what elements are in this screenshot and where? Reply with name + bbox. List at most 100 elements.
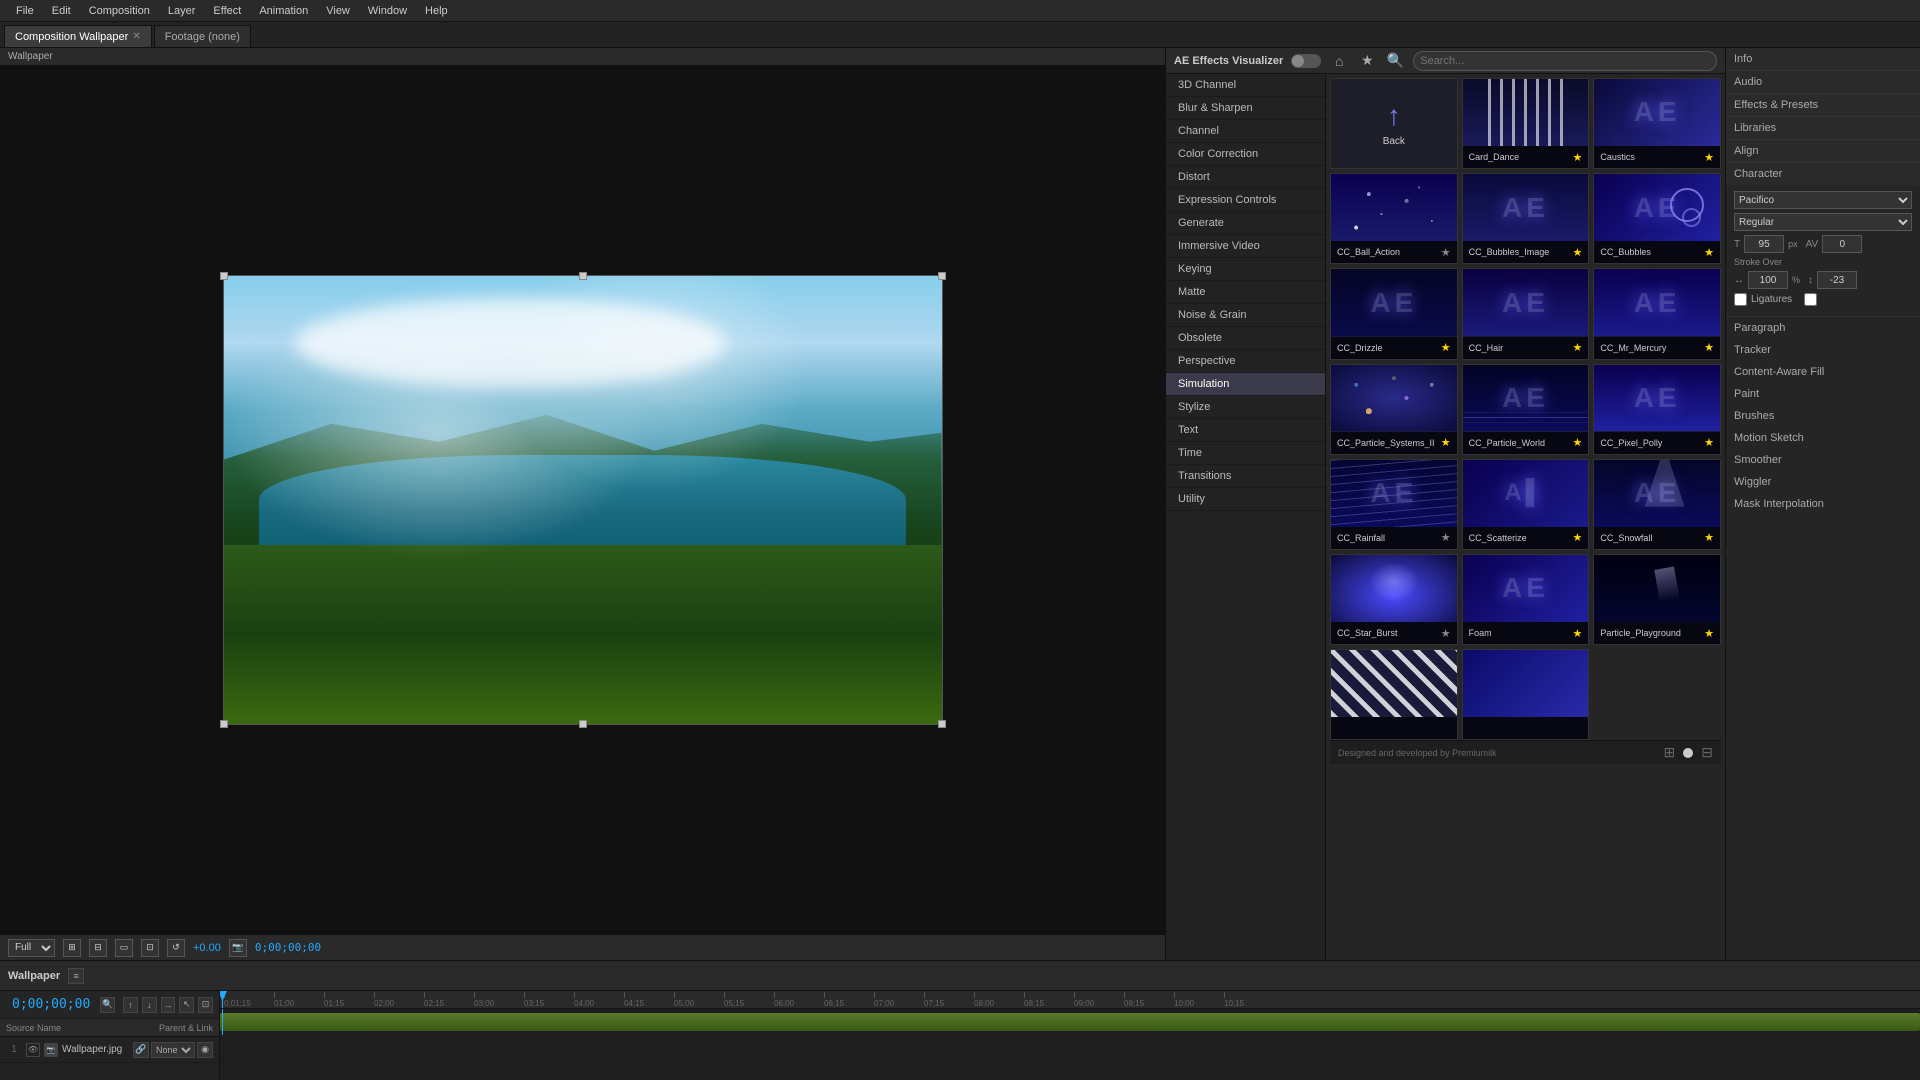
effect-bottom-1[interactable] bbox=[1330, 649, 1458, 740]
toggle-button[interactable] bbox=[1291, 54, 1321, 68]
star-card-dance[interactable]: ★ bbox=[1572, 151, 1582, 164]
star-ball-action[interactable]: ★ bbox=[1441, 246, 1451, 259]
menu-view[interactable]: View bbox=[318, 3, 358, 19]
section-brushes[interactable]: Brushes bbox=[1726, 405, 1920, 427]
cat-channel[interactable]: Channel bbox=[1166, 120, 1325, 143]
menu-animation[interactable]: Animation bbox=[251, 3, 316, 19]
section-character-header[interactable]: Character bbox=[1726, 163, 1920, 185]
star-particle-playground[interactable]: ★ bbox=[1704, 627, 1714, 640]
section-content-aware-fill[interactable]: Content-Aware Fill bbox=[1726, 361, 1920, 383]
effect-ball-action[interactable]: CC_Ball_Action ★ bbox=[1330, 173, 1458, 264]
star-scatterize[interactable]: ★ bbox=[1572, 531, 1582, 544]
star-bubbles[interactable]: ★ bbox=[1704, 246, 1714, 259]
camera-btn[interactable]: ⊡ bbox=[141, 939, 159, 957]
section-audio-header[interactable]: Audio bbox=[1726, 71, 1920, 93]
star-mr-mercury[interactable]: ★ bbox=[1704, 341, 1714, 354]
effect-bubbles[interactable]: AE CC_Bubbles ★ bbox=[1593, 173, 1721, 264]
tl-btn-1[interactable]: ↑ bbox=[123, 997, 138, 1013]
font-size-input[interactable] bbox=[1744, 235, 1784, 253]
timeline-menu-btn[interactable]: ≡ bbox=[68, 968, 84, 984]
effect-particle-playground[interactable]: Particle_Playground ★ bbox=[1593, 554, 1721, 645]
star-particle-systems[interactable]: ★ bbox=[1441, 436, 1451, 449]
cat-color-correction[interactable]: Color Correction bbox=[1166, 143, 1325, 166]
cat-stylize[interactable]: Stylize bbox=[1166, 396, 1325, 419]
kerning-input[interactable] bbox=[1822, 235, 1862, 253]
section-libraries-header[interactable]: Libraries bbox=[1726, 117, 1920, 139]
handle-top-right[interactable] bbox=[938, 272, 946, 280]
section-wiggler[interactable]: Wiggler bbox=[1726, 471, 1920, 493]
font-style-select[interactable]: Regular bbox=[1734, 213, 1912, 231]
fit-btn[interactable]: ⊞ bbox=[63, 939, 81, 957]
star-rainfall[interactable]: ★ bbox=[1441, 531, 1451, 544]
effect-back[interactable]: ↑ Back bbox=[1330, 78, 1458, 169]
effect-hair[interactable]: AE CC_Hair ★ bbox=[1462, 268, 1590, 359]
section-tracker[interactable]: Tracker bbox=[1726, 339, 1920, 361]
cat-generate[interactable]: Generate bbox=[1166, 212, 1325, 235]
star-caustics[interactable]: ★ bbox=[1704, 151, 1714, 164]
cat-transitions[interactable]: Transitions bbox=[1166, 465, 1325, 488]
tl-btn-5[interactable]: ⊡ bbox=[198, 997, 213, 1013]
effect-card-dance[interactable]: Card_Dance ★ bbox=[1462, 78, 1590, 169]
effect-particle-systems[interactable]: CC_Particle_Systems_II ★ bbox=[1330, 364, 1458, 455]
menu-layer[interactable]: Layer bbox=[160, 3, 204, 19]
section-align-header[interactable]: Align bbox=[1726, 140, 1920, 162]
menu-file[interactable]: File bbox=[8, 3, 42, 19]
section-paragraph[interactable]: Paragraph bbox=[1726, 317, 1920, 339]
cat-utility[interactable]: Utility bbox=[1166, 488, 1325, 511]
refresh-btn[interactable]: ↺ bbox=[167, 939, 185, 957]
home-icon[interactable]: ⌂ bbox=[1329, 51, 1349, 71]
effect-mr-mercury[interactable]: AE CC_Mr_Mercury ★ bbox=[1593, 268, 1721, 359]
cat-expression-controls[interactable]: Expression Controls bbox=[1166, 189, 1325, 212]
search-layer-btn[interactable]: 🔍 bbox=[100, 997, 115, 1013]
effect-particle-world[interactable]: AE CC_Particle_World ★ bbox=[1462, 364, 1590, 455]
section-motion-sketch[interactable]: Motion Sketch bbox=[1726, 427, 1920, 449]
cat-noise-grain[interactable]: Noise & Grain bbox=[1166, 304, 1325, 327]
scale-h-input[interactable] bbox=[1748, 271, 1788, 289]
grid-view-icon[interactable]: ⊞ bbox=[1664, 744, 1676, 761]
pick-whip[interactable]: ◉ bbox=[197, 1042, 213, 1058]
cat-blur-sharpen[interactable]: Blur & Sharpen bbox=[1166, 97, 1325, 120]
cat-distort[interactable]: Distort bbox=[1166, 166, 1325, 189]
ruler-btn[interactable]: ▭ bbox=[115, 939, 133, 957]
zoom-select[interactable]: Full 50% 25% bbox=[8, 939, 55, 957]
cat-obsolete[interactable]: Obsolete bbox=[1166, 327, 1325, 350]
tab-composition-wallpaper[interactable]: Composition Wallpaper ✕ bbox=[4, 25, 152, 47]
search-icon-btn[interactable]: 🔍 bbox=[1385, 51, 1405, 71]
section-effects-presets-header[interactable]: Effects & Presets bbox=[1726, 94, 1920, 116]
star-particle-world[interactable]: ★ bbox=[1572, 436, 1582, 449]
cat-matte[interactable]: Matte bbox=[1166, 281, 1325, 304]
section-paint[interactable]: Paint bbox=[1726, 383, 1920, 405]
effect-caustics[interactable]: AE Caustics ★ bbox=[1593, 78, 1721, 169]
menu-composition[interactable]: Composition bbox=[81, 3, 158, 19]
list-view-icon[interactable]: ⊟ bbox=[1701, 744, 1713, 761]
search-input[interactable] bbox=[1413, 51, 1717, 71]
star-star-burst[interactable]: ★ bbox=[1441, 627, 1451, 640]
grid-btn[interactable]: ⊟ bbox=[89, 939, 107, 957]
section-smoother[interactable]: Smoother bbox=[1726, 449, 1920, 471]
scale-v-input[interactable] bbox=[1817, 271, 1857, 289]
handle-top-left[interactable] bbox=[220, 272, 228, 280]
star-foam[interactable]: ★ bbox=[1572, 627, 1582, 640]
menu-effect[interactable]: Effect bbox=[205, 3, 249, 19]
cat-immersive-video[interactable]: Immersive Video bbox=[1166, 235, 1325, 258]
effect-drizzle[interactable]: AE CC_Drizzle ★ bbox=[1330, 268, 1458, 359]
effect-snowfall[interactable]: AE CC_Snowfall ★ bbox=[1593, 459, 1721, 550]
effect-rainfall[interactable]: AE CC_Rainfall ★ bbox=[1330, 459, 1458, 550]
handle-bottom-left[interactable] bbox=[220, 720, 228, 728]
playhead[interactable] bbox=[222, 991, 223, 1008]
effect-scatterize[interactable]: A▌ CC_Scatterize ★ bbox=[1462, 459, 1590, 550]
section-mask-interpolation[interactable]: Mask Interpolation bbox=[1726, 493, 1920, 515]
ligatures2-checkbox[interactable] bbox=[1804, 293, 1817, 306]
cat-simulation[interactable]: Simulation bbox=[1166, 373, 1325, 396]
star-snowfall[interactable]: ★ bbox=[1704, 531, 1714, 544]
star-drizzle[interactable]: ★ bbox=[1441, 341, 1451, 354]
cat-time[interactable]: Time bbox=[1166, 442, 1325, 465]
cat-3d-channel[interactable]: 3D Channel bbox=[1166, 74, 1325, 97]
effect-bottom-2[interactable] bbox=[1462, 649, 1590, 740]
cat-text[interactable]: Text bbox=[1166, 419, 1325, 442]
effect-foam[interactable]: AE Foam ★ bbox=[1462, 554, 1590, 645]
layer-visibility[interactable]: 👁 bbox=[26, 1043, 40, 1057]
star-bubbles-img[interactable]: ★ bbox=[1572, 246, 1582, 259]
star-icon-btn[interactable]: ★ bbox=[1357, 51, 1377, 71]
tl-btn-4[interactable]: ↖ bbox=[179, 997, 194, 1013]
